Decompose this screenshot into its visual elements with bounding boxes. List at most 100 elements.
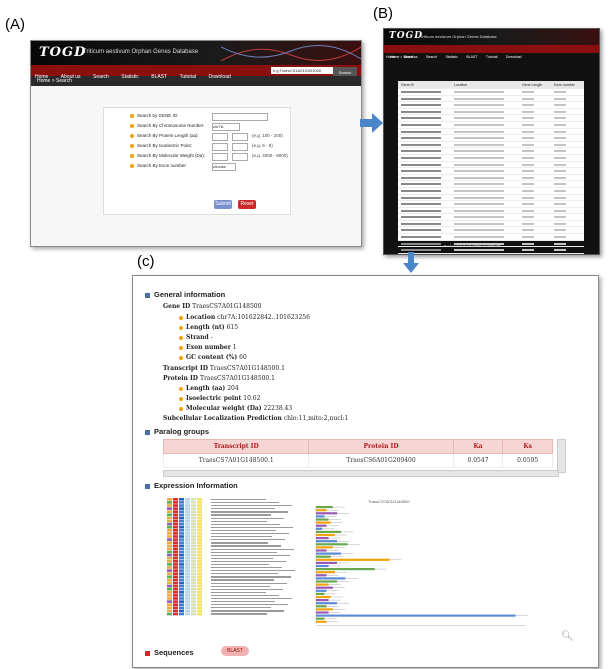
expression-bar <box>316 580 337 583</box>
table-row[interactable] <box>398 201 584 208</box>
heatmap-cell <box>197 578 202 582</box>
form-hint: (e.g. 6 - 8) <box>252 143 273 148</box>
site-logo: TOGD <box>39 45 87 60</box>
heatmap-cell <box>179 556 184 560</box>
table-row[interactable] <box>398 89 584 96</box>
nav-search[interactable]: Search <box>424 54 439 59</box>
table-row[interactable] <box>398 135 584 142</box>
paralog-protein[interactable]: TraesCS6A01G209400 <box>308 453 454 468</box>
table-row[interactable] <box>398 155 584 162</box>
table-row[interactable] <box>398 214 584 221</box>
nav-home[interactable]: Home <box>384 54 397 59</box>
expression-bar <box>316 592 325 595</box>
pagination[interactable]: « ‹ 1 2 3 4 5 › » Start 10 Results <box>444 243 501 248</box>
expression-bar <box>316 509 327 512</box>
heatmap-cell <box>191 516 196 520</box>
heatmap-cell <box>191 587 196 591</box>
nav-about[interactable]: About us <box>402 54 420 59</box>
cell-placeholder <box>554 163 566 166</box>
table-row[interactable] <box>398 175 584 182</box>
heatmap-cell <box>191 606 196 610</box>
nav-blast[interactable]: BLAST <box>147 72 171 80</box>
heatmap-cell <box>179 498 184 501</box>
heatmap-cell <box>191 550 196 554</box>
search-input[interactable]: e.g.TraesCS1A01G001000 <box>271 67 339 74</box>
pi-min[interactable] <box>212 143 228 151</box>
form-row-molecular-weight: Search By Molecular Weight (Da): (e.g. 4… <box>104 152 290 162</box>
table-row[interactable] <box>398 188 584 195</box>
table-row[interactable] <box>398 195 584 202</box>
table-row[interactable] <box>398 96 584 103</box>
heatmap-cell <box>185 569 190 572</box>
heatmap-cell <box>185 609 190 613</box>
table-row[interactable] <box>398 181 584 188</box>
heatmap-cell <box>173 556 178 560</box>
table-row[interactable] <box>398 102 584 109</box>
heatmap-cell <box>179 516 184 520</box>
nav-tutorial[interactable]: Tutorial <box>484 54 500 59</box>
nav-about[interactable]: About us <box>57 72 85 80</box>
table-row[interactable] <box>398 142 584 149</box>
form-row-protein-length: Search By Protein Length (aa): (e.g. 100… <box>104 132 290 142</box>
nav-statistic[interactable]: Statistic <box>117 72 143 80</box>
pi-max[interactable] <box>232 143 248 151</box>
nav-home[interactable]: Home <box>31 72 52 80</box>
reset-button[interactable]: Reset <box>238 200 256 209</box>
mw-max[interactable] <box>232 153 248 161</box>
section-icon <box>145 650 150 656</box>
heatmap-cell <box>191 594 196 597</box>
paralog-transcript[interactable]: TraesCS7A01G148500.1 <box>162 453 310 468</box>
table-row[interactable] <box>398 122 584 129</box>
cell-placeholder <box>401 183 441 186</box>
table-row[interactable] <box>398 168 584 175</box>
expression-bar <box>316 524 327 527</box>
zoom-icon[interactable]: 🔍︎ <box>561 631 574 642</box>
site-header: TOGD Triticum aestivum Orphan Genes Data… <box>384 29 599 45</box>
table-row[interactable] <box>398 129 584 136</box>
heatmap-cell <box>197 529 202 532</box>
mw-min[interactable] <box>212 153 228 161</box>
cell-placeholder <box>401 110 441 113</box>
table-row[interactable] <box>398 162 584 169</box>
nav-search[interactable]: Search <box>89 72 113 80</box>
col-gene-length: Gene Length <box>522 83 543 87</box>
nav-tutorial[interactable]: Tutorial <box>176 72 201 80</box>
table-row[interactable] <box>398 234 584 241</box>
blast-button[interactable]: BLAST <box>221 646 249 656</box>
table-row[interactable] <box>398 208 584 215</box>
heatmap-cell <box>191 556 196 560</box>
protein-length-max[interactable] <box>232 133 248 141</box>
bullet-icon <box>130 154 134 158</box>
gene-id-input[interactable] <box>212 113 268 121</box>
table-row[interactable] <box>398 115 584 122</box>
nav-blast[interactable]: BLAST <box>464 54 479 59</box>
horizontal-scrollbar[interactable] <box>163 470 559 477</box>
table-row[interactable] <box>398 227 584 235</box>
nav-download[interactable]: Download <box>205 72 235 80</box>
heatmap-cell <box>197 547 202 551</box>
heatmap-cell <box>167 603 172 606</box>
vertical-scrollbar[interactable] <box>557 439 566 473</box>
table-row[interactable] <box>398 148 584 155</box>
cell-placeholder <box>522 229 534 232</box>
table-row[interactable] <box>398 109 584 116</box>
results-rows <box>398 89 584 255</box>
submit-button[interactable]: Submit <box>214 200 232 209</box>
cell-placeholder <box>401 130 441 133</box>
table-row[interactable] <box>398 221 584 228</box>
heatmap-cell <box>197 532 202 535</box>
exon-select[interactable]: choose <box>212 163 236 171</box>
nav-statistic[interactable]: Statistic <box>444 54 460 59</box>
protein-length-min[interactable] <box>212 133 228 141</box>
chromosome-select[interactable]: chr7A <box>212 123 240 131</box>
heatmap-cell <box>197 566 202 569</box>
table-row[interactable] <box>398 254 584 255</box>
expression-bar <box>316 595 331 599</box>
nav-download[interactable]: Download <box>504 54 524 59</box>
cell-placeholder <box>454 97 504 100</box>
paralog-table-header: Transcript ID Protein ID Ka Ks <box>162 439 553 454</box>
search-button[interactable]: Search <box>333 67 357 76</box>
heatmap-cell <box>185 510 190 513</box>
cell-placeholder <box>554 176 566 179</box>
table-row[interactable] <box>398 247 584 254</box>
